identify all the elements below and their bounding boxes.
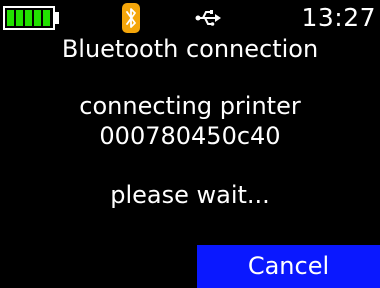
- bluetooth-icon: [122, 3, 140, 33]
- printer-address: 000780450c40: [99, 122, 281, 150]
- cancel-button[interactable]: Cancel: [197, 245, 380, 288]
- usb-icon: [194, 8, 222, 28]
- clock: 13:27: [301, 3, 376, 32]
- status-message: connecting printer: [79, 92, 301, 120]
- battery-terminal: [55, 12, 59, 24]
- dialog-title: Bluetooth connection: [61, 35, 319, 63]
- wait-message: please wait...: [110, 181, 270, 209]
- status-bar: 13:27: [0, 0, 380, 36]
- battery-icon: [3, 6, 55, 30]
